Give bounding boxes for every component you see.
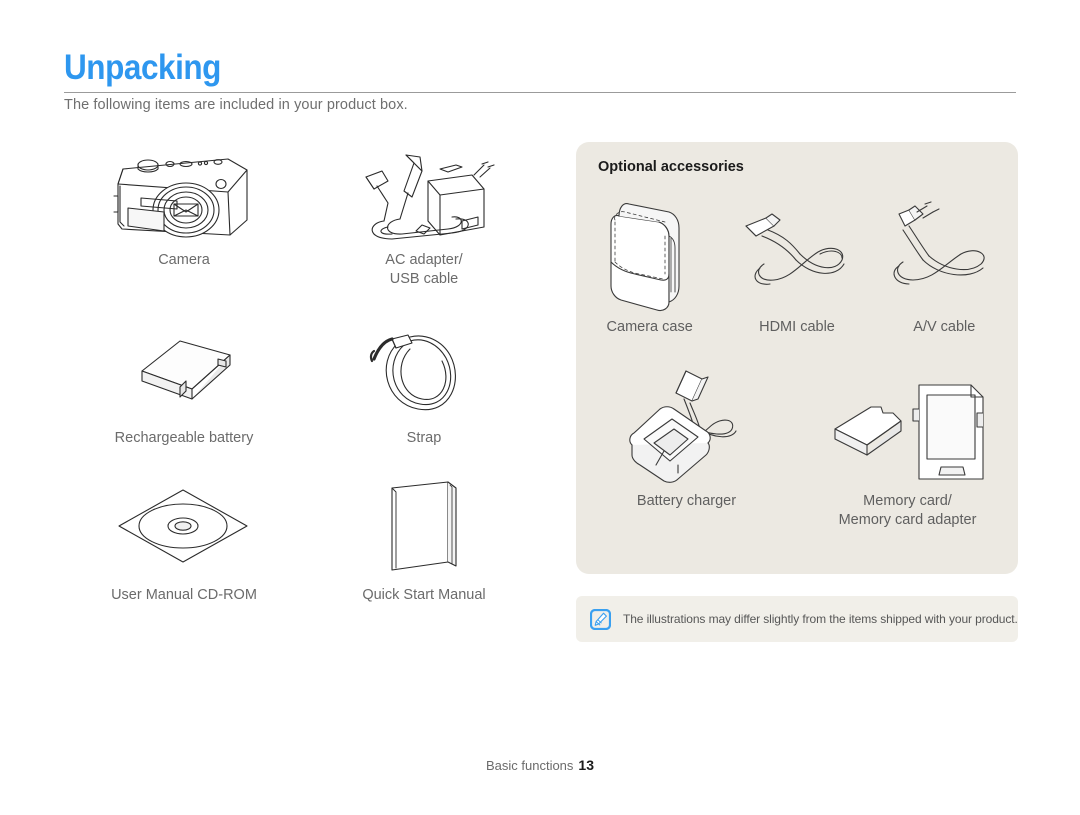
intro-text: The following items are included in your… <box>64 97 408 113</box>
quick-start-manual-icon <box>364 470 484 582</box>
included-item-label: Quick Start Manual <box>362 587 486 603</box>
optional-item-label: Camera case <box>606 319 693 335</box>
optional-accessories-panel: Optional accessories Camera case HDMI ca… <box>576 142 1018 574</box>
included-item-label-line1: AC adapter/ <box>385 252 463 268</box>
title-divider <box>64 92 1016 93</box>
included-items-row: Camera AC adapter/ USB cable <box>64 135 544 289</box>
optional-item-label: Memory card/ Memory card adapter <box>839 492 977 530</box>
included-item-camera: Camera <box>64 135 304 289</box>
included-item-strap: Strap <box>304 313 544 448</box>
camera-case-icon <box>595 190 705 316</box>
note-pen-icon <box>590 608 611 630</box>
footer-section-label: Basic functions <box>485 758 574 773</box>
optional-item-battery-charger: Battery charger <box>576 364 797 530</box>
included-item-quick-start: Quick Start Manual <box>304 470 544 605</box>
optional-item-memory-card: Memory card/ Memory card adapter <box>797 364 1018 530</box>
included-item-label: User Manual CD-ROM <box>111 587 257 603</box>
included-items-grid: Camera AC adapter/ USB cable Rechargeabl… <box>64 135 544 605</box>
included-item-ac-adapter: AC adapter/ USB cable <box>304 135 544 289</box>
included-item-label-line2: USB cable <box>389 271 459 287</box>
optional-item-label-line1: Memory card/ <box>863 493 952 509</box>
included-items-row: User Manual CD-ROM Quick Start Manual <box>64 470 544 605</box>
hdmi-cable-icon <box>732 190 862 316</box>
optional-item-label: A/V cable <box>913 319 976 335</box>
manual-page: Unpacking The following items are includ… <box>0 0 1080 815</box>
included-item-battery: Rechargeable battery <box>64 313 304 448</box>
ac-adapter-usb-cable-icon <box>344 135 504 247</box>
included-items-row: Rechargeable battery Strap <box>64 313 544 448</box>
rechargeable-battery-icon <box>114 313 254 425</box>
page-title: Unpacking <box>64 48 221 87</box>
included-item-label: Strap <box>406 430 442 446</box>
included-item-label: AC adapter/ USB cable <box>385 251 462 289</box>
optional-item-label: Battery charger <box>636 493 737 509</box>
optional-item-label-line2: Memory card adapter <box>838 512 977 528</box>
included-item-label: Camera <box>158 252 210 268</box>
optional-accessories-row: Camera case HDMI cable A/V cable <box>576 190 1018 337</box>
included-item-label: Rechargeable battery <box>114 430 254 446</box>
optional-item-label: HDMI cable <box>759 319 835 335</box>
page-footer: Basic functions 13 <box>0 757 1080 773</box>
cd-rom-icon <box>109 470 259 582</box>
note-text: The illustrations may differ slightly fr… <box>623 612 1018 626</box>
optional-item-hdmi-cable: HDMI cable <box>723 190 870 337</box>
optional-item-camera-case: Camera case <box>576 190 723 337</box>
optional-accessories-title: Optional accessories <box>598 159 744 175</box>
included-item-cdrom: User Manual CD-ROM <box>64 470 304 605</box>
optional-item-av-cable: A/V cable <box>871 190 1018 337</box>
av-cable-icon <box>879 190 1009 316</box>
footer-page-number: 13 <box>578 757 594 773</box>
strap-icon <box>364 313 484 425</box>
optional-accessories-row: Battery charger Memory card/ Memory card… <box>576 364 1018 530</box>
memory-card-icon <box>823 364 993 490</box>
battery-charger-icon <box>612 364 762 490</box>
camera-icon <box>104 135 264 247</box>
note-box: The illustrations may differ slightly fr… <box>576 596 1018 642</box>
